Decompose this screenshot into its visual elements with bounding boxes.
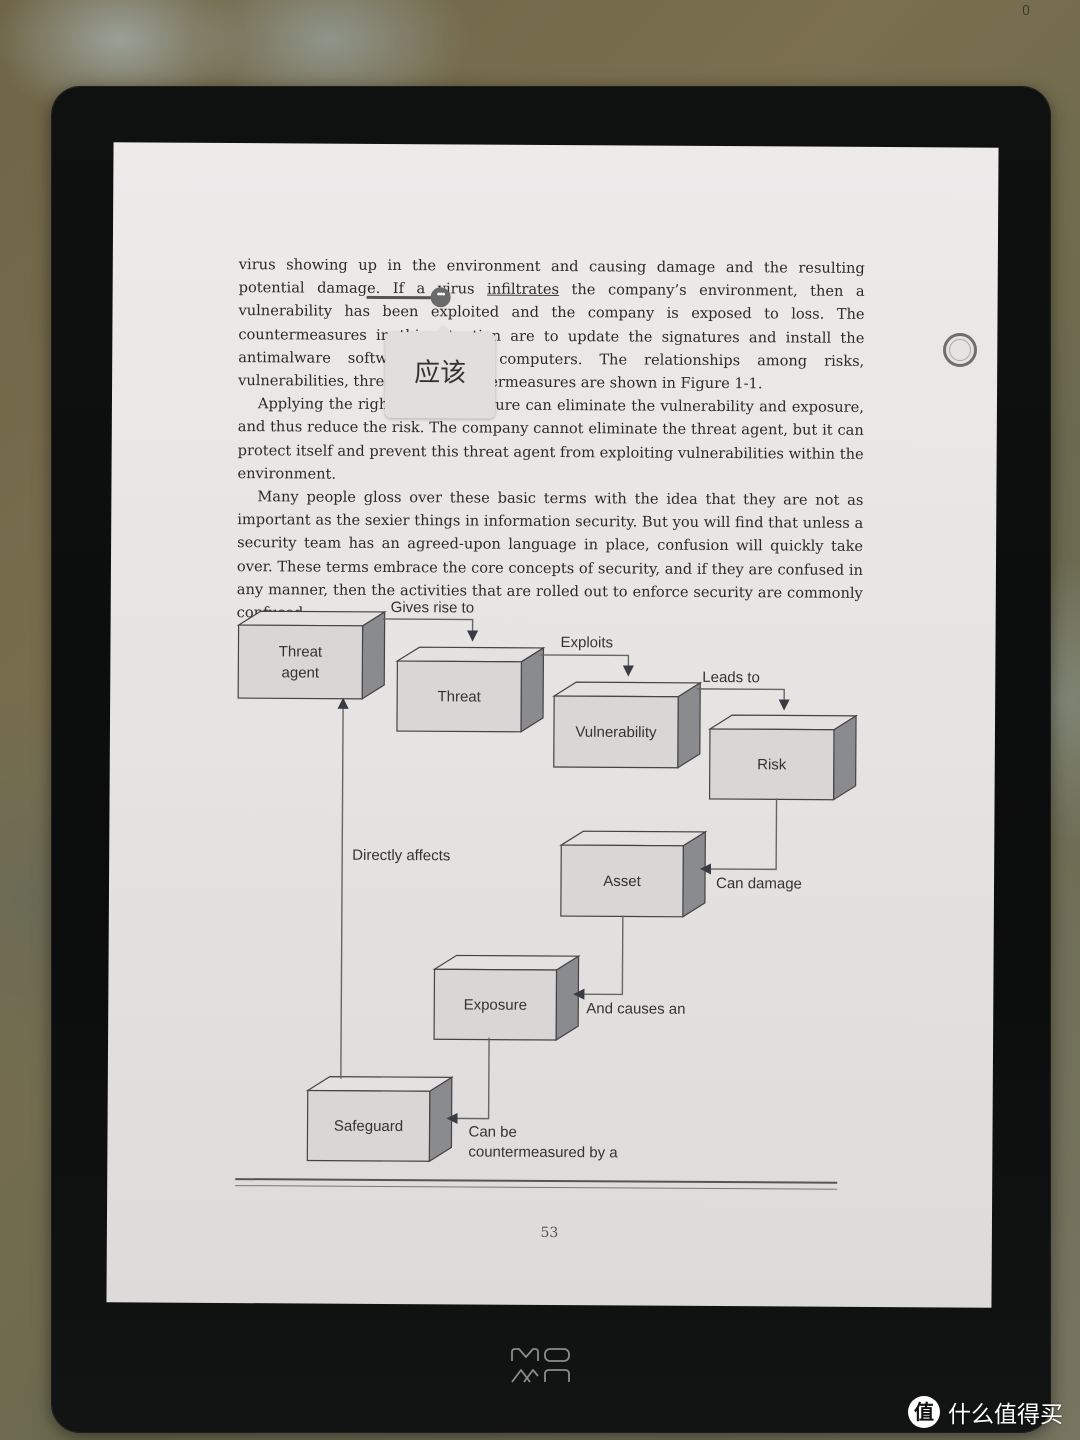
moaan-logo <box>511 1348 570 1383</box>
page-turn-button[interactable] <box>943 333 977 367</box>
ereader-screen[interactable]: virus showing up in the environment and … <box>106 142 999 1308</box>
watermark-text: 什么值得买 <box>948 1402 1063 1428</box>
node-label: Exposure <box>464 996 527 1013</box>
node-threat-agent: Threat agent <box>236 610 387 700</box>
edge-leads-to <box>697 688 790 711</box>
edge-exploits <box>540 654 634 677</box>
node-label: Threat <box>437 688 481 705</box>
risk-diagram: Threat agent Threat Vulnerability Risk Asset E… <box>236 599 859 1163</box>
node-label: agent <box>281 664 319 681</box>
box-side <box>428 1076 453 1163</box>
camera-dot <box>1023 5 1029 15</box>
label-gives-rise-to: Gives rise to <box>391 599 474 617</box>
node-label: Vulnerability <box>575 724 657 741</box>
box-top <box>305 1076 454 1092</box>
label-countermeasured-by: countermeasured by a <box>468 1143 618 1161</box>
node-exposure: Exposure <box>432 954 581 1042</box>
edge-directly-affects <box>337 697 349 1079</box>
box-side <box>677 681 701 769</box>
edge-can-damage <box>700 798 778 875</box>
box-top <box>236 610 387 627</box>
node-risk: Risk <box>707 714 859 801</box>
box-top <box>559 830 708 847</box>
edge-countermeasured <box>446 1037 490 1125</box>
watermark-badge-icon: 值 <box>908 1396 940 1428</box>
node-threat: Threat <box>395 646 546 733</box>
figure-1-1: Threat agent Threat Vulnerability Risk Asset E… <box>106 142 998 1307</box>
label-can-damage: Can damage <box>716 875 802 893</box>
node-label: Threat <box>279 643 323 660</box>
edge-gives-rise-to <box>382 618 479 642</box>
box-top <box>432 954 581 971</box>
node-vulnerability: Vulnerability <box>552 681 703 769</box>
box-side <box>520 646 545 733</box>
box-side <box>361 610 386 700</box>
box-side <box>555 955 580 1042</box>
node-asset: Asset <box>559 830 708 918</box>
label-leads-to: Leads to <box>702 669 760 686</box>
box-side <box>682 830 706 918</box>
node-label: Risk <box>757 756 787 773</box>
edge-and-causes <box>573 915 624 1000</box>
box-top <box>395 646 546 663</box>
watermark: 值 什么值得买 <box>908 1394 1063 1430</box>
node-label: Safeguard <box>334 1118 403 1135</box>
label-can-be: Can be <box>468 1123 516 1140</box>
label-and-causes-an: And causes an <box>586 1000 685 1018</box>
node-label: Asset <box>603 873 641 890</box>
node-safeguard: Safeguard <box>305 1076 454 1163</box>
box-side <box>832 714 857 801</box>
box-top <box>707 714 859 731</box>
label-exploits: Exploits <box>560 634 613 651</box>
label-directly-affects: Directly affects <box>352 847 450 865</box>
box-top <box>552 681 703 698</box>
box-front <box>237 624 364 700</box>
